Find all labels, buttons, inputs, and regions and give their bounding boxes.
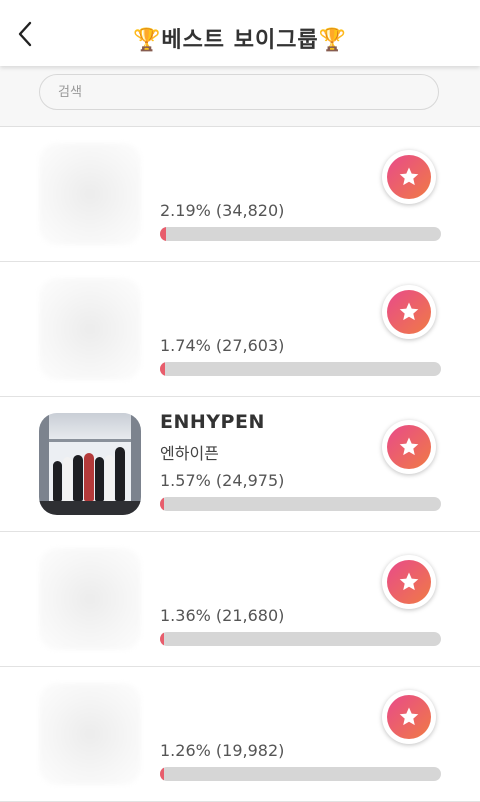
- vote-button[interactable]: [382, 555, 436, 609]
- page-title: 🏆베스트 보이그룹🏆: [132, 28, 348, 53]
- group-thumbnail[interactable]: [39, 683, 141, 785]
- vote-button[interactable]: [382, 285, 436, 339]
- vote-button[interactable]: [382, 150, 436, 204]
- group-thumbnail[interactable]: [39, 278, 141, 380]
- group-korean-name: 엔하이픈: [160, 444, 219, 463]
- vote-stat: 1.57% (24,975): [160, 471, 285, 490]
- vote-progress-bar: [160, 767, 441, 781]
- vote-stat: 2.19% (34,820): [160, 201, 285, 220]
- vote-progress-fill: [160, 497, 165, 511]
- vote-progress-bar: [160, 632, 441, 646]
- vote-progress-bar: [160, 497, 441, 511]
- vote-progress-bar: [160, 227, 441, 241]
- vote-button[interactable]: [382, 420, 436, 474]
- star-icon: [399, 302, 419, 321]
- ranking-list: 2.19% (34,820) 1.74% (27,603) ENHYPEN 엔하…: [0, 127, 480, 802]
- star-icon: [399, 707, 419, 726]
- group-thumbnail[interactable]: [39, 548, 141, 650]
- app-header: 🏆베스트 보이그룹🏆: [0, 0, 480, 66]
- ranking-row: 1.26% (19,982): [0, 667, 480, 802]
- star-icon: [399, 167, 419, 186]
- ranking-row: 1.74% (27,603): [0, 262, 480, 397]
- ranking-row: 1.36% (21,680): [0, 532, 480, 667]
- group-thumbnail[interactable]: [39, 413, 141, 515]
- vote-progress-fill: [160, 767, 164, 781]
- group-photo: [39, 413, 141, 515]
- star-icon: [399, 437, 419, 456]
- group-thumbnail[interactable]: [39, 143, 141, 245]
- vote-stat: 1.36% (21,680): [160, 606, 285, 625]
- vote-progress-fill: [160, 227, 167, 241]
- vote-button[interactable]: [382, 690, 436, 744]
- vote-progress-bar: [160, 362, 441, 376]
- vote-progress-fill: [160, 632, 164, 646]
- star-icon: [399, 572, 419, 591]
- search-input[interactable]: [39, 74, 439, 110]
- ranking-row: ENHYPEN 엔하이픈 1.57% (24,975): [0, 397, 480, 532]
- vote-stat: 1.26% (19,982): [160, 741, 285, 760]
- ranking-row: 2.19% (34,820): [0, 127, 480, 262]
- search-bar: [0, 66, 480, 127]
- vote-progress-fill: [160, 362, 165, 376]
- vote-stat: 1.74% (27,603): [160, 336, 285, 355]
- group-name: ENHYPEN: [160, 411, 265, 433]
